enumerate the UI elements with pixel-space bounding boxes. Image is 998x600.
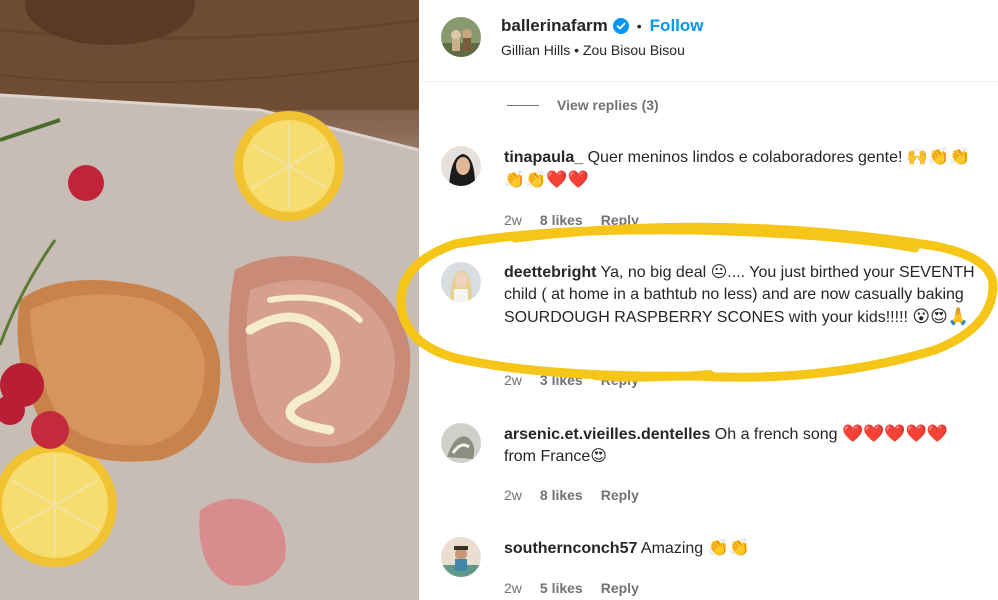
author-avatar[interactable] — [441, 17, 481, 57]
comment-username[interactable]: tinapaula_ — [504, 149, 583, 166]
comment-text-tail: from France😍 — [504, 448, 607, 465]
comment-text: Amazing — [640, 540, 704, 557]
reply-button[interactable]: Reply — [601, 580, 639, 596]
comment-text: Quer meninos lindos e colaboradores gent… — [587, 149, 903, 166]
comment-age: 2w — [504, 487, 522, 503]
comment-likes[interactable]: 5 likes — [540, 580, 583, 596]
comment-username[interactable]: southernconch57 — [504, 540, 637, 557]
commenter-avatar[interactable] — [441, 146, 481, 186]
commenter-avatar[interactable] — [441, 537, 481, 577]
comment-text: Oh a french song — [714, 426, 838, 443]
comment-emojis: ❤️❤️❤️❤️❤️ — [842, 424, 948, 444]
post-header: ballerinafarm • Follow Gillian Hills • Z… — [419, 0, 998, 82]
comment-meta: 2w 8 likes Reply — [504, 487, 657, 503]
comment-username[interactable]: deettebright — [504, 264, 596, 281]
audio-line[interactable]: Gillian Hills • Zou Bisou Bisou — [501, 42, 685, 58]
separator-dot: • — [636, 18, 642, 34]
author-username[interactable]: ballerinafarm — [501, 16, 608, 36]
author-row: ballerinafarm • Follow — [501, 16, 704, 36]
comment-likes[interactable]: 8 likes — [540, 212, 583, 228]
comment-likes[interactable]: 8 likes — [540, 487, 583, 503]
reply-button[interactable]: Reply — [601, 487, 639, 503]
comment-username[interactable]: arsenic.et.vieilles.dentelles — [504, 426, 710, 443]
comment-body: tinapaula_ Quer meninos lindos e colabor… — [504, 146, 984, 192]
comment-likes[interactable]: 3 likes — [540, 372, 583, 388]
comment-age: 2w — [504, 212, 522, 228]
comments-panel: ballerinafarm • Follow Gillian Hills • Z… — [419, 0, 998, 600]
reply-button[interactable]: Reply — [601, 212, 639, 228]
reply-button[interactable]: Reply — [601, 372, 639, 388]
comment-age: 2w — [504, 372, 522, 388]
scones-photo-illustration — [0, 0, 419, 600]
verified-badge-icon — [612, 18, 629, 34]
comment-meta: 2w 5 likes Reply — [504, 580, 657, 596]
commenter-avatar[interactable] — [441, 262, 481, 302]
view-replies-label: View replies (3) — [557, 97, 659, 113]
comment-body: southernconch57 Amazing 👏👏 — [504, 537, 984, 560]
comment-body: arsenic.et.vieilles.dentelles Oh a frenc… — [504, 423, 984, 468]
comment-emojis: 😮😍🙏 — [912, 307, 970, 327]
comment-age: 2w — [504, 580, 522, 596]
comment-emojis: 👏👏 — [707, 538, 750, 558]
commenter-avatar[interactable] — [441, 423, 481, 463]
comment-meta: 2w 3 likes Reply — [504, 372, 657, 388]
view-replies-button[interactable]: View replies (3) — [507, 97, 659, 113]
view-replies-line — [507, 104, 539, 106]
comment-meta: 2w 8 likes Reply — [504, 212, 657, 228]
comment-body: deettebright Ya, no big deal 😐.... You j… — [504, 262, 984, 329]
follow-button[interactable]: Follow — [650, 16, 704, 36]
post-photo — [0, 0, 419, 600]
